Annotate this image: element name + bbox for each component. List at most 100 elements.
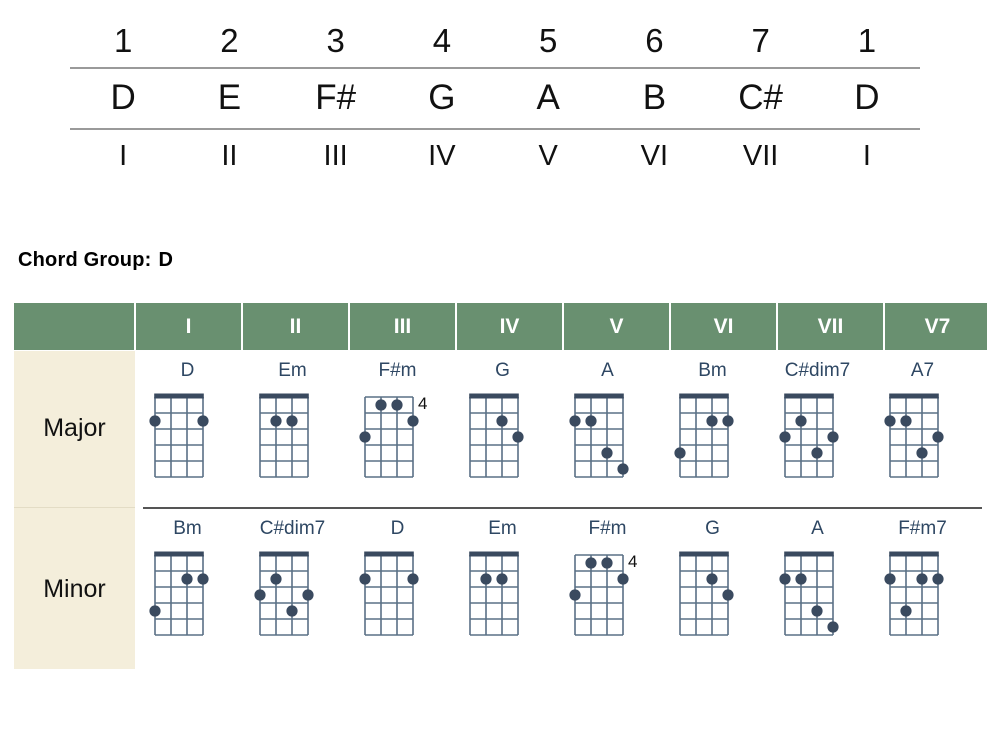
chord-name: F#m: [378, 360, 417, 381]
chord-name: C#dim7: [259, 518, 326, 539]
scale-divider-top: [70, 67, 920, 69]
chord-diagram: [565, 387, 651, 487]
header-corner-cell: [14, 303, 136, 351]
scale-degree-2: 3: [326, 22, 345, 59]
chord-name: Em: [278, 360, 307, 381]
header-degree-V7: V7: [884, 303, 987, 351]
chord-cell-major-I[interactable]: D: [135, 351, 240, 487]
chord-cell-major-VII[interactable]: C#dim7: [765, 351, 870, 487]
chord-name: Bm: [698, 360, 727, 381]
chord-name: D: [180, 360, 195, 381]
chord-cell-major-V7[interactable]: A7: [870, 351, 975, 487]
scale-note-7: D: [854, 78, 880, 117]
svg-text:4: 4: [418, 394, 427, 413]
chord-diagram: [250, 545, 336, 645]
chord-name: A7: [910, 360, 935, 381]
chord-diagram: [145, 545, 231, 645]
header-degree-V: V: [563, 303, 671, 351]
chord-diagram: [250, 387, 336, 487]
chord-cell-minor-III[interactable]: D: [345, 509, 450, 645]
chord-diagram: [145, 387, 231, 487]
chord-cell-major-II[interactable]: Em: [240, 351, 345, 487]
chord-diagram: 4: [355, 387, 441, 487]
chord-diagram: [880, 387, 966, 487]
chord-name: A: [601, 360, 614, 381]
scale-roman-6: VII: [742, 140, 779, 172]
chord-cell-minor-IV[interactable]: Em: [450, 509, 555, 645]
chord-diagram: [670, 387, 756, 487]
chord-name: D: [390, 518, 405, 539]
header-degree-VI: VI: [670, 303, 778, 351]
scale-note-3: G: [428, 78, 456, 117]
scale-degree-7: 1: [857, 22, 877, 59]
scale-note-2: F#: [315, 78, 357, 117]
chord-name: G: [495, 360, 510, 381]
chord-cell-minor-VII[interactable]: A: [765, 509, 870, 645]
chord-name: Bm: [173, 518, 202, 539]
chord-diagram: [775, 545, 861, 645]
scale-note-5: B: [642, 78, 667, 117]
chord-diagram: [355, 545, 441, 645]
chord-name: F#m: [588, 518, 627, 539]
scale-roman-4: V: [538, 140, 558, 172]
scale-note-row: D E F# G A B C# D: [70, 71, 920, 125]
chord-table-row-major: Major D Em F#m 4 G A Bm C#dim7 A7: [14, 350, 987, 508]
chord-table-body: Major D Em F#m 4 G A Bm C#dim7 A7 Minor Bm C#dim7…: [14, 350, 987, 669]
chord-name: F#m7: [898, 518, 947, 539]
header-degree-I: I: [135, 303, 243, 351]
chord-cell-minor-VI[interactable]: G: [660, 509, 765, 645]
chord-diagram: [460, 387, 546, 487]
chord-cell-major-IV[interactable]: G: [450, 351, 555, 487]
chord-diagram: [775, 387, 861, 487]
scale-roman-7: I: [862, 140, 871, 172]
header-degree-VII: VII: [777, 303, 885, 351]
chord-diagram: 4: [565, 545, 651, 645]
header-degree-IV: IV: [456, 303, 564, 351]
chord-cell-minor-V7[interactable]: F#m7: [870, 509, 975, 645]
row-label-major: Major: [14, 350, 135, 508]
chord-cell-major-V[interactable]: A: [555, 351, 660, 487]
chord-group-label: Chord Group:: [18, 249, 152, 271]
chord-diagram: [670, 545, 756, 645]
chord-name: Em: [488, 518, 517, 539]
scale-roman-0: I: [119, 140, 128, 172]
chord-table-head: I II III IV V VI VII V7: [14, 303, 987, 351]
chord-table-row-minor: Minor Bm C#dim7 D Em F#m 4 G A F#m7: [14, 509, 987, 669]
chord-diagram: [880, 545, 966, 645]
scale-roman-5: VI: [640, 140, 669, 172]
scale-degree-5: 6: [645, 22, 664, 59]
header-degree-III: III: [349, 303, 457, 351]
chord-cell-minor-I[interactable]: Bm: [135, 509, 240, 645]
scale-roman-2: III: [323, 140, 348, 172]
chord-cell-major-VI[interactable]: Bm: [660, 351, 765, 487]
chord-name: G: [705, 518, 720, 539]
scale-degree-1: 2: [220, 22, 239, 59]
svg-text:4: 4: [628, 552, 637, 571]
scale-note-0: D: [110, 78, 136, 117]
scale-note-6: C#: [738, 78, 783, 117]
scale-degree-4: 5: [538, 22, 558, 59]
chord-name: A: [811, 518, 824, 539]
chord-diagram: [460, 545, 546, 645]
chord-cell-major-III[interactable]: F#m 4: [345, 351, 450, 487]
scale-note-4: A: [536, 78, 560, 117]
chord-cell-minor-II[interactable]: C#dim7: [240, 509, 345, 645]
chord-strip-major: D Em F#m 4 G A Bm C#dim7 A7: [135, 350, 987, 507]
scale-reference-table: 12345671 D E F# G A B C# D I II III IV V VI VII I: [70, 18, 920, 180]
chord-group-value: D: [158, 249, 174, 271]
chord-group-title: Chord Group: D: [18, 249, 173, 272]
scale-degree-row: 1 2 3 4 5 6 7 1: [70, 18, 920, 64]
chord-table: I II III IV V VI VII V7 Major D Em F#m 4 G A Bm C#dim7…: [14, 303, 987, 669]
scale-degree-0: 1: [113, 22, 133, 59]
scale-roman-3: IV: [428, 140, 456, 172]
scale-roman-1: II: [221, 140, 238, 172]
chord-cell-minor-V[interactable]: F#m 4: [555, 509, 660, 645]
chord-strip-minor: Bm C#dim7 D Em F#m 4 G A F#m7: [135, 509, 987, 669]
scale-note-1: E: [217, 78, 242, 117]
scale-degree-6: 7: [751, 22, 770, 59]
header-degree-II: II: [242, 303, 350, 351]
scale-divider-bottom: [70, 128, 920, 130]
scale-roman-row: I II III IV V VI VII I: [70, 132, 920, 180]
chord-name: C#dim7: [784, 360, 851, 381]
chord-table-header-row: I II III IV V VI VII V7: [14, 303, 987, 351]
